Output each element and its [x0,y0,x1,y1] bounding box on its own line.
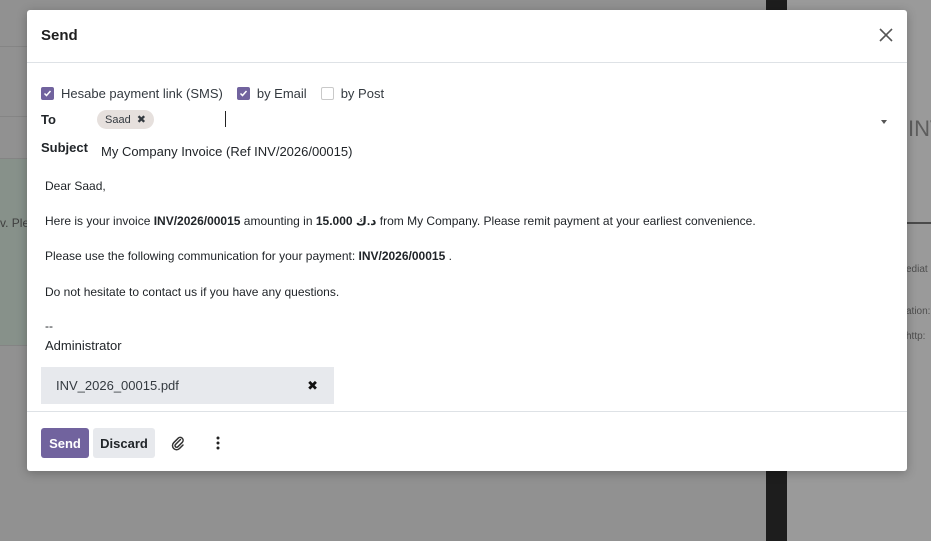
send-options: Hesabe payment link (SMS) by Email by Po… [41,86,398,101]
x-icon[interactable]: ✖ [137,113,146,126]
paperclip-icon[interactable] [171,435,185,451]
dialog-title: Send [41,27,78,44]
payment-reference: INV/2026/00015 [358,249,446,263]
background-right-text: ediat [906,264,928,275]
option-label: by Email [256,86,307,101]
close-icon[interactable] [877,26,895,44]
dialog-footer: Send Discard [27,411,907,471]
body-text-segment: amounting in [240,214,316,228]
subject-input[interactable] [101,141,881,161]
attachment-item[interactable]: INV_2026_00015.pdf ✖ [41,367,334,404]
send-dialog: Send Hesabe payment link (SMS) by Email … [27,10,907,471]
body-text-segment: from My Company. Please remit payment at… [376,214,756,228]
body-text-segment: Please use the following communication f… [45,249,359,263]
subject-label: Subject [41,140,88,155]
option-email[interactable]: by Email [236,86,307,101]
to-label: To [41,112,56,127]
background-right-text: http: [906,331,926,342]
option-label: by Post [340,86,385,101]
x-icon[interactable]: ✖ [307,378,318,394]
signature-name[interactable]: Administrator [45,338,122,353]
recipients-field[interactable]: Saad ✖ [97,110,887,130]
background-card [0,158,30,346]
background-right-heading: INV/ [908,116,931,141]
caret-down-icon[interactable] [881,120,887,124]
dialog-header: Send [27,10,907,63]
option-post[interactable]: by Post [320,86,385,101]
text-caret [225,111,226,127]
checkmark-icon[interactable] [236,87,250,100]
background-right-text: ation: [906,306,931,317]
recipient-name: Saad [105,113,131,126]
option-sms[interactable]: Hesabe payment link (SMS) [41,86,223,101]
vertical-ellipsis-icon[interactable] [213,435,223,451]
invoice-amount: 15.000 د.ك [315,214,377,228]
recipient-tag: Saad ✖ [97,110,154,129]
invoice-number: INV/2026/00015 [153,214,241,228]
attachment-filename: INV_2026_00015.pdf [56,378,179,393]
background-right-divider [907,222,931,224]
body-greeting[interactable]: Dear Saad, [45,179,106,193]
send-button[interactable]: Send [41,428,89,458]
checkbox-unchecked[interactable] [320,87,334,100]
signature-separator[interactable]: -- [45,319,53,333]
body-line-contact[interactable]: Do not hesitate to contact us if you hav… [45,285,339,299]
option-label: Hesabe payment link (SMS) [61,86,223,101]
checkmark-icon[interactable] [41,87,54,100]
body-text-segment: . [445,249,452,263]
body-line-invoice[interactable]: Here is your invoice INV/2026/00015 amou… [45,214,756,228]
body-text-segment: Here is your invoice [45,214,154,228]
discard-button[interactable]: Discard [93,428,155,458]
body-line-communication[interactable]: Please use the following communication f… [45,249,452,263]
